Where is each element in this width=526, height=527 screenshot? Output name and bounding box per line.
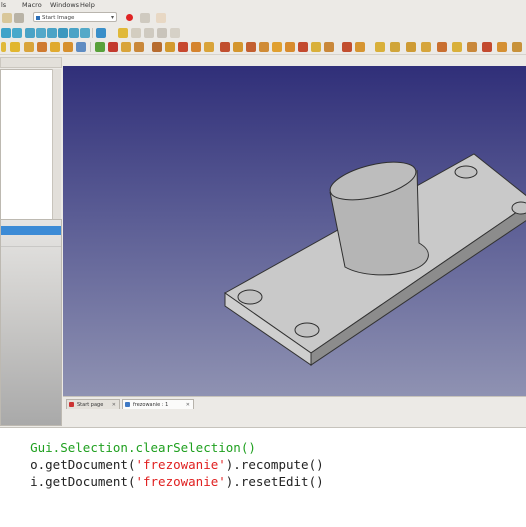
- datum-icon[interactable]: [95, 42, 105, 52]
- tree-scrollbar[interactable]: [52, 69, 61, 227]
- sweep-icon[interactable]: [204, 42, 214, 52]
- record-macro-icon[interactable]: [126, 14, 133, 21]
- hole-bottom: [294, 322, 320, 338]
- subtractive-sphere-icon[interactable]: [355, 42, 365, 52]
- view-axo-icon[interactable]: [12, 28, 22, 38]
- additive-sphere-icon[interactable]: [311, 42, 321, 52]
- document-icon: [125, 402, 130, 407]
- separator: [92, 28, 93, 38]
- additive-cylinder-icon[interactable]: [285, 42, 295, 52]
- prism-icon[interactable]: [421, 42, 431, 52]
- separator: [90, 42, 91, 52]
- pocket-icon[interactable]: [37, 42, 47, 52]
- link-icon[interactable]: [144, 28, 154, 38]
- additive-cone-icon[interactable]: [324, 42, 334, 52]
- clipping-icon[interactable]: [157, 28, 167, 38]
- property-selected-row[interactable]: [1, 226, 61, 235]
- group-icon[interactable]: [131, 28, 141, 38]
- subtractive-cylinder-icon[interactable]: [342, 42, 352, 52]
- tab-start-page[interactable]: Start page ✕: [66, 399, 120, 409]
- wedge-icon[interactable]: [390, 42, 400, 52]
- hole-icon[interactable]: [220, 42, 230, 52]
- revolve-icon[interactable]: [50, 42, 60, 52]
- console-line: i.getDocument('frezowanie').resetEdit(): [0, 459, 324, 504]
- polar-pattern-icon[interactable]: [233, 42, 243, 52]
- chevron-down-icon: ▾: [110, 14, 114, 21]
- view-rear-icon[interactable]: [58, 28, 68, 38]
- multitransform-icon[interactable]: [246, 42, 256, 52]
- pad-icon[interactable]: [24, 42, 34, 52]
- loft-icon[interactable]: [191, 42, 201, 52]
- groove-icon[interactable]: [63, 42, 73, 52]
- view-right-icon[interactable]: [47, 28, 57, 38]
- console-code: i.getDocument(: [30, 474, 136, 489]
- tree-view[interactable]: [0, 69, 54, 229]
- subtractive-loft-icon[interactable]: [482, 42, 492, 52]
- mirror-icon[interactable]: [134, 42, 144, 52]
- drawstyle-icon[interactable]: [170, 28, 180, 38]
- combo-view-tabs: [0, 57, 62, 68]
- additive-loft-icon[interactable]: [467, 42, 477, 52]
- pattern-icon[interactable]: [121, 42, 131, 52]
- additive-helix-icon[interactable]: [452, 42, 462, 52]
- divider: [1, 246, 61, 247]
- document-tabs: Start page ✕ frezowanie : 1 ✕: [63, 396, 526, 410]
- console-code: ).resetEdit(): [225, 474, 324, 489]
- view-fit-icon[interactable]: [1, 28, 11, 38]
- python-console[interactable]: Gui.Selection.clearSelection() o.getDocu…: [0, 427, 526, 527]
- hole-top: [454, 165, 478, 179]
- close-icon[interactable]: ✕: [112, 400, 116, 410]
- menu-tools[interactable]: ls: [1, 1, 6, 9]
- thickness-icon[interactable]: [178, 42, 188, 52]
- draft-icon[interactable]: [165, 42, 175, 52]
- boolean-icon[interactable]: [259, 42, 269, 52]
- hole-left: [237, 289, 263, 305]
- subtractive-box-icon[interactable]: [298, 42, 308, 52]
- additive-box-icon[interactable]: [272, 42, 282, 52]
- view-top-icon[interactable]: [36, 28, 46, 38]
- file-toolbar: Start Image ▾: [0, 11, 526, 26]
- workbench-selector[interactable]: Start Image ▾: [33, 12, 117, 22]
- hole-right: [511, 201, 526, 215]
- view-front-icon[interactable]: [25, 28, 35, 38]
- menu-bar: ls Macro Windows Help: [0, 0, 526, 11]
- torus-icon[interactable]: [406, 42, 416, 52]
- close-icon[interactable]: ✕: [186, 400, 190, 410]
- property-view[interactable]: [0, 219, 62, 426]
- menu-windows[interactable]: Windows: [50, 1, 79, 9]
- subtractive-helix-icon[interactable]: [497, 42, 507, 52]
- document-icon[interactable]: [14, 13, 24, 23]
- tool-icon[interactable]: [1, 42, 6, 52]
- part-box-icon[interactable]: [118, 28, 128, 38]
- start-page-icon: [69, 402, 74, 407]
- measure-icon[interactable]: [96, 28, 106, 38]
- menu-macro[interactable]: Macro: [22, 1, 42, 9]
- menu-help[interactable]: Help: [80, 1, 95, 9]
- combo-view: [0, 55, 62, 426]
- open-icon[interactable]: [2, 13, 12, 23]
- tab-label: frezowanie : 1: [133, 402, 169, 408]
- view-bottom-icon[interactable]: [69, 28, 79, 38]
- tab-label: Start page: [77, 402, 104, 408]
- shape-binder-icon[interactable]: [108, 42, 118, 52]
- 3d-model: [224, 153, 526, 366]
- workbench-icon: [36, 16, 40, 20]
- sketch-icon[interactable]: [10, 42, 20, 52]
- macro-editor-icon[interactable]: [140, 13, 150, 23]
- console-string: 'frezowanie': [135, 474, 226, 489]
- ellipsoid-icon[interactable]: [437, 42, 447, 52]
- 3d-view[interactable]: [63, 66, 526, 396]
- macro-list-icon[interactable]: [156, 13, 166, 23]
- view-toolbar: [0, 25, 526, 41]
- chamfer-icon[interactable]: [152, 42, 162, 52]
- more-tools-icon[interactable]: [512, 42, 522, 52]
- tab-frezowanie[interactable]: frezowanie : 1 ✕: [122, 399, 194, 409]
- view-left-icon[interactable]: [80, 28, 90, 38]
- workbench-label: Start Image: [42, 15, 75, 21]
- fillet-icon[interactable]: [76, 42, 86, 52]
- part-toolbar: [0, 40, 526, 55]
- helix-icon[interactable]: [375, 42, 385, 52]
